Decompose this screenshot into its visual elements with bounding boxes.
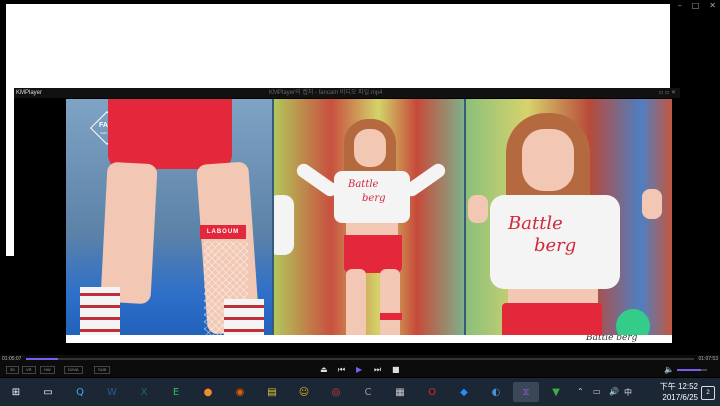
- closeup-right-hand: [642, 189, 662, 219]
- shirt-text-2: berg: [362, 193, 386, 204]
- time-elapsed: 01:05:07: [2, 356, 22, 362]
- control-bar: 3D VR HW DXVA SUB ⏏ ⏮ ▶ ⏭ ■ 🔈: [0, 363, 720, 377]
- watermark-text: FA: [99, 122, 108, 129]
- globe-icon[interactable]: ◐: [486, 382, 506, 402]
- video-panel-left: FA CAM LABOUM: [66, 99, 272, 343]
- closeup-face: [522, 129, 574, 191]
- taskbar-clock[interactable]: 下午 12:52 2017/6/25: [660, 381, 698, 403]
- eject-icon[interactable]: ⏏: [320, 364, 328, 376]
- tag-hw[interactable]: HW: [40, 366, 55, 374]
- volume-level[interactable]: [677, 369, 701, 371]
- dancer-leg-band: [380, 313, 402, 320]
- previous-icon[interactable]: ⏮: [338, 364, 345, 376]
- dancer-top: Battle berg: [334, 171, 410, 223]
- dancer-left-arm: [294, 161, 340, 199]
- player-file-title: KMPlayer의 캡처 - fancam 비디오 파일.mp4: [269, 90, 383, 96]
- task-view-icon[interactable]: ▭: [38, 382, 58, 402]
- left-leg: [100, 161, 158, 305]
- clock-time: 下午 12:52: [659, 382, 698, 391]
- seek-row: 01:05:07 01:07:53: [0, 355, 720, 363]
- start-icon[interactable]: ⊞: [6, 382, 26, 402]
- player-window-controls[interactable]: ▫ ▫ ✕: [659, 88, 676, 98]
- dancer-shorts: [344, 235, 402, 273]
- notification-count: 2: [706, 390, 710, 396]
- excel-icon[interactable]: X: [134, 382, 154, 402]
- caption-text: Battle berg: [586, 335, 638, 343]
- stop-icon[interactable]: ■: [392, 364, 400, 376]
- clock-date: 2017/6/25: [662, 393, 698, 402]
- speaker-icon[interactable]: 🔊: [609, 387, 619, 396]
- chrome-icon[interactable]: ◎: [326, 382, 346, 402]
- red-shorts: [108, 99, 232, 169]
- word-icon[interactable]: W: [102, 382, 122, 402]
- closeup-shirt-text-1: Battle: [508, 213, 563, 234]
- ccleaner-icon[interactable]: C: [358, 382, 378, 402]
- maximize-icon[interactable]: □: [692, 0, 700, 12]
- leg-band: LABOUM: [200, 225, 246, 239]
- video-panel-center: Battle berg: [274, 99, 464, 343]
- calculator-icon[interactable]: ▦: [390, 382, 410, 402]
- player-titlebar[interactable]: KMPlayer KMPlayer의 캡처 - fancam 비디오 파일.mp…: [14, 88, 680, 98]
- browser-q-icon[interactable]: Q: [70, 382, 90, 402]
- evernote-icon[interactable]: E: [166, 382, 186, 402]
- visual-studio-icon[interactable]: ⧖: [513, 382, 539, 402]
- tag-vr[interactable]: VR: [22, 366, 36, 374]
- dancer-leg-left: [346, 269, 366, 343]
- tray-chevron-icon[interactable]: ⌃: [577, 387, 584, 396]
- close-icon[interactable]: ✕: [709, 0, 716, 12]
- network-icon[interactable]: ▭: [593, 387, 601, 396]
- side-dancer: [274, 195, 294, 255]
- next-icon[interactable]: ⏭: [374, 364, 381, 376]
- emoji-app-icon[interactable]: ☺: [294, 382, 314, 402]
- player-app-name: KMPlayer: [16, 90, 43, 96]
- shirt-text-1: Battle: [348, 179, 379, 190]
- kmplayer-window[interactable]: KMPlayer KMPlayer의 캡처 - fancam 비디오 파일.mp…: [14, 88, 680, 353]
- leg-band-text: LABOUM: [206, 229, 240, 235]
- seek-bar-progress[interactable]: [26, 358, 58, 360]
- closeup-left-hand: [468, 195, 488, 223]
- caption-strip: Battle berg: [66, 335, 672, 343]
- file-explorer-icon[interactable]: ▤: [262, 382, 282, 402]
- ime-indicator[interactable]: 中: [624, 387, 632, 398]
- security-icon[interactable]: ▼: [546, 382, 566, 402]
- seek-bar[interactable]: [26, 358, 694, 360]
- volume-icon[interactable]: 🔈: [664, 364, 674, 376]
- orange-app-icon[interactable]: ●: [198, 382, 218, 402]
- tag-dxva[interactable]: DXVA: [64, 366, 83, 374]
- dancer-leg-right: [380, 269, 400, 343]
- closeup-top: Battle berg: [490, 195, 620, 289]
- dancer-face: [354, 129, 386, 167]
- tag-3d[interactable]: 3D: [6, 366, 20, 374]
- tag-sub[interactable]: SUB: [94, 366, 111, 374]
- time-total: 01:07:53: [698, 356, 718, 362]
- play-icon[interactable]: ▶: [356, 364, 362, 376]
- video-panel-right: Battle berg: [466, 99, 672, 343]
- watermark-subtext: CAM: [100, 131, 107, 135]
- minimize-icon[interactable]: –: [678, 0, 682, 12]
- taskbar: ⊞ ▭ Q W X E ● ◉ ▤ ☺ ◎ C ▦ O ◆ ◐ ⧖ ▼ ⌃ ▭ 🔊 中 下午 12:52 2017…: [0, 378, 720, 406]
- video-frame[interactable]: FA CAM LABOUM Battle berg Battle berg Ba…: [66, 99, 672, 343]
- firefox-icon[interactable]: ◉: [230, 382, 250, 402]
- closeup-shirt-text-2: berg: [534, 235, 577, 256]
- blue-app-icon[interactable]: ◆: [454, 382, 474, 402]
- opera-icon[interactable]: O: [422, 382, 442, 402]
- notification-center-icon[interactable]: 2: [701, 386, 715, 400]
